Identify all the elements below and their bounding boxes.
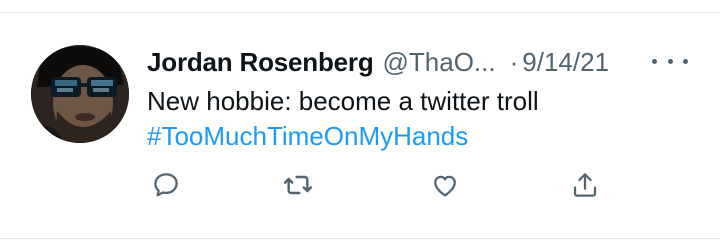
more-options-icon[interactable] xyxy=(652,54,688,68)
tweet-card[interactable]: Jordan Rosenberg @ThaO... · 9/14/21 New … xyxy=(0,0,720,252)
share-button[interactable] xyxy=(568,168,602,202)
top-divider xyxy=(0,12,720,13)
share-icon xyxy=(573,173,597,197)
more-dot xyxy=(683,58,688,64)
avatar[interactable] xyxy=(31,45,129,143)
header-separator: · xyxy=(509,47,519,77)
tweet-header: Jordan Rosenberg @ThaO... · 9/14/21 xyxy=(147,42,609,82)
retweet-icon xyxy=(283,175,313,195)
retweet-button[interactable] xyxy=(281,168,315,202)
hashtag-link[interactable]: #TooMuchTimeOnMyHands xyxy=(147,117,468,155)
tweet-text: New hobbie: become a twitter troll xyxy=(147,86,539,116)
reply-icon xyxy=(154,173,178,197)
more-dot xyxy=(652,58,657,64)
bottom-divider xyxy=(0,238,720,239)
author-name[interactable]: Jordan Rosenberg xyxy=(147,42,374,82)
tweet-date[interactable]: 9/14/21 xyxy=(522,42,609,82)
author-handle[interactable]: @ThaO... xyxy=(383,42,496,82)
reply-button[interactable] xyxy=(149,168,183,202)
like-button[interactable] xyxy=(428,168,462,202)
avatar-image xyxy=(31,45,129,143)
heart-icon xyxy=(434,175,456,197)
more-dot xyxy=(667,58,673,64)
